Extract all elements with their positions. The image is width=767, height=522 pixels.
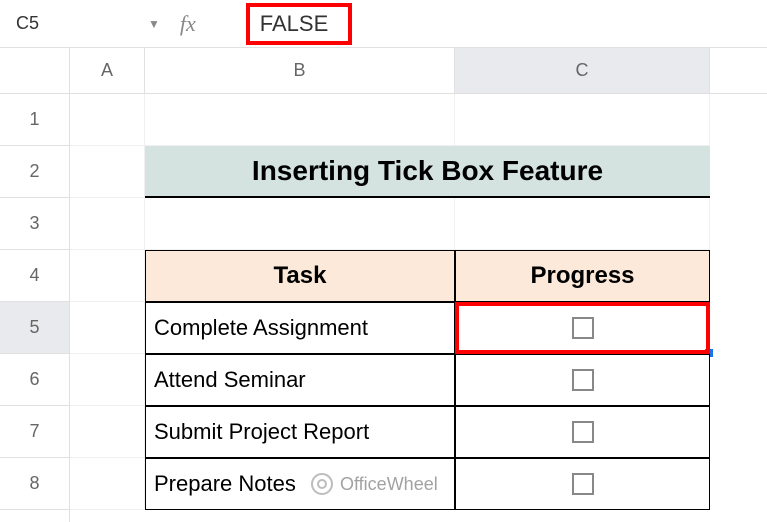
cell-ref-dropdown-icon[interactable]: ▼ — [148, 17, 160, 31]
cell-A1[interactable] — [70, 94, 145, 146]
grid: A B C Inserting Tick Box Feature — [70, 48, 767, 522]
row-header-5[interactable]: 5 — [0, 302, 69, 354]
cell-A3[interactable] — [70, 198, 145, 250]
row-header-1[interactable]: 1 — [0, 94, 69, 146]
row-header-8[interactable]: 8 — [0, 458, 69, 510]
cell-reference[interactable]: C5 — [8, 13, 148, 34]
col-header-B[interactable]: B — [145, 48, 455, 93]
column-headers: A B C — [70, 48, 767, 94]
row-header-7[interactable]: 7 — [0, 406, 69, 458]
formula-bar: C5 ▼ fx FALSE — [0, 0, 767, 48]
task-1[interactable]: Complete Assignment — [145, 302, 455, 354]
checkbox-cell-2[interactable] — [455, 354, 710, 406]
cell-C3[interactable] — [455, 198, 710, 250]
col-header-C[interactable]: C — [455, 48, 710, 93]
spreadsheet-area: 1 2 3 4 5 6 7 8 A B C Inserting Tick Box… — [0, 48, 767, 522]
formula-value[interactable]: FALSE — [260, 11, 328, 36]
title-cell[interactable]: Inserting Tick Box Feature — [145, 146, 710, 198]
cell-A8[interactable] — [70, 458, 145, 510]
cell-A6[interactable] — [70, 354, 145, 406]
select-all-corner[interactable] — [0, 48, 69, 94]
checkbox-cell-3[interactable] — [455, 406, 710, 458]
checkbox-icon[interactable] — [572, 473, 594, 495]
row-header-2[interactable]: 2 — [0, 146, 69, 198]
cell-A7[interactable] — [70, 406, 145, 458]
checkbox-icon[interactable] — [572, 317, 594, 339]
task-2[interactable]: Attend Seminar — [145, 354, 455, 406]
checkbox-cell-1[interactable] — [455, 302, 710, 354]
row-header-4[interactable]: 4 — [0, 250, 69, 302]
task-3[interactable]: Submit Project Report — [145, 406, 455, 458]
cell-A5[interactable] — [70, 302, 145, 354]
checkbox-icon[interactable] — [572, 421, 594, 443]
checkbox-icon[interactable] — [572, 369, 594, 391]
row-headers: 1 2 3 4 5 6 7 8 — [0, 48, 70, 522]
row-header-6[interactable]: 6 — [0, 354, 69, 406]
row-header-3[interactable]: 3 — [0, 198, 69, 250]
progress-header[interactable]: Progress — [455, 250, 710, 302]
cell-B3[interactable] — [145, 198, 455, 250]
fx-icon[interactable]: fx — [180, 11, 196, 37]
cell-A2[interactable] — [70, 146, 145, 198]
cell-B1[interactable] — [145, 94, 455, 146]
col-header-A[interactable]: A — [70, 48, 145, 93]
task-header[interactable]: Task — [145, 250, 455, 302]
task-4[interactable]: Prepare Notes — [145, 458, 455, 510]
cell-C1[interactable] — [455, 94, 710, 146]
cell-A4[interactable] — [70, 250, 145, 302]
formula-value-highlight: FALSE — [246, 3, 352, 45]
cells-area: Inserting Tick Box Feature Task Progress… — [70, 94, 767, 510]
checkbox-cell-4[interactable] — [455, 458, 710, 510]
